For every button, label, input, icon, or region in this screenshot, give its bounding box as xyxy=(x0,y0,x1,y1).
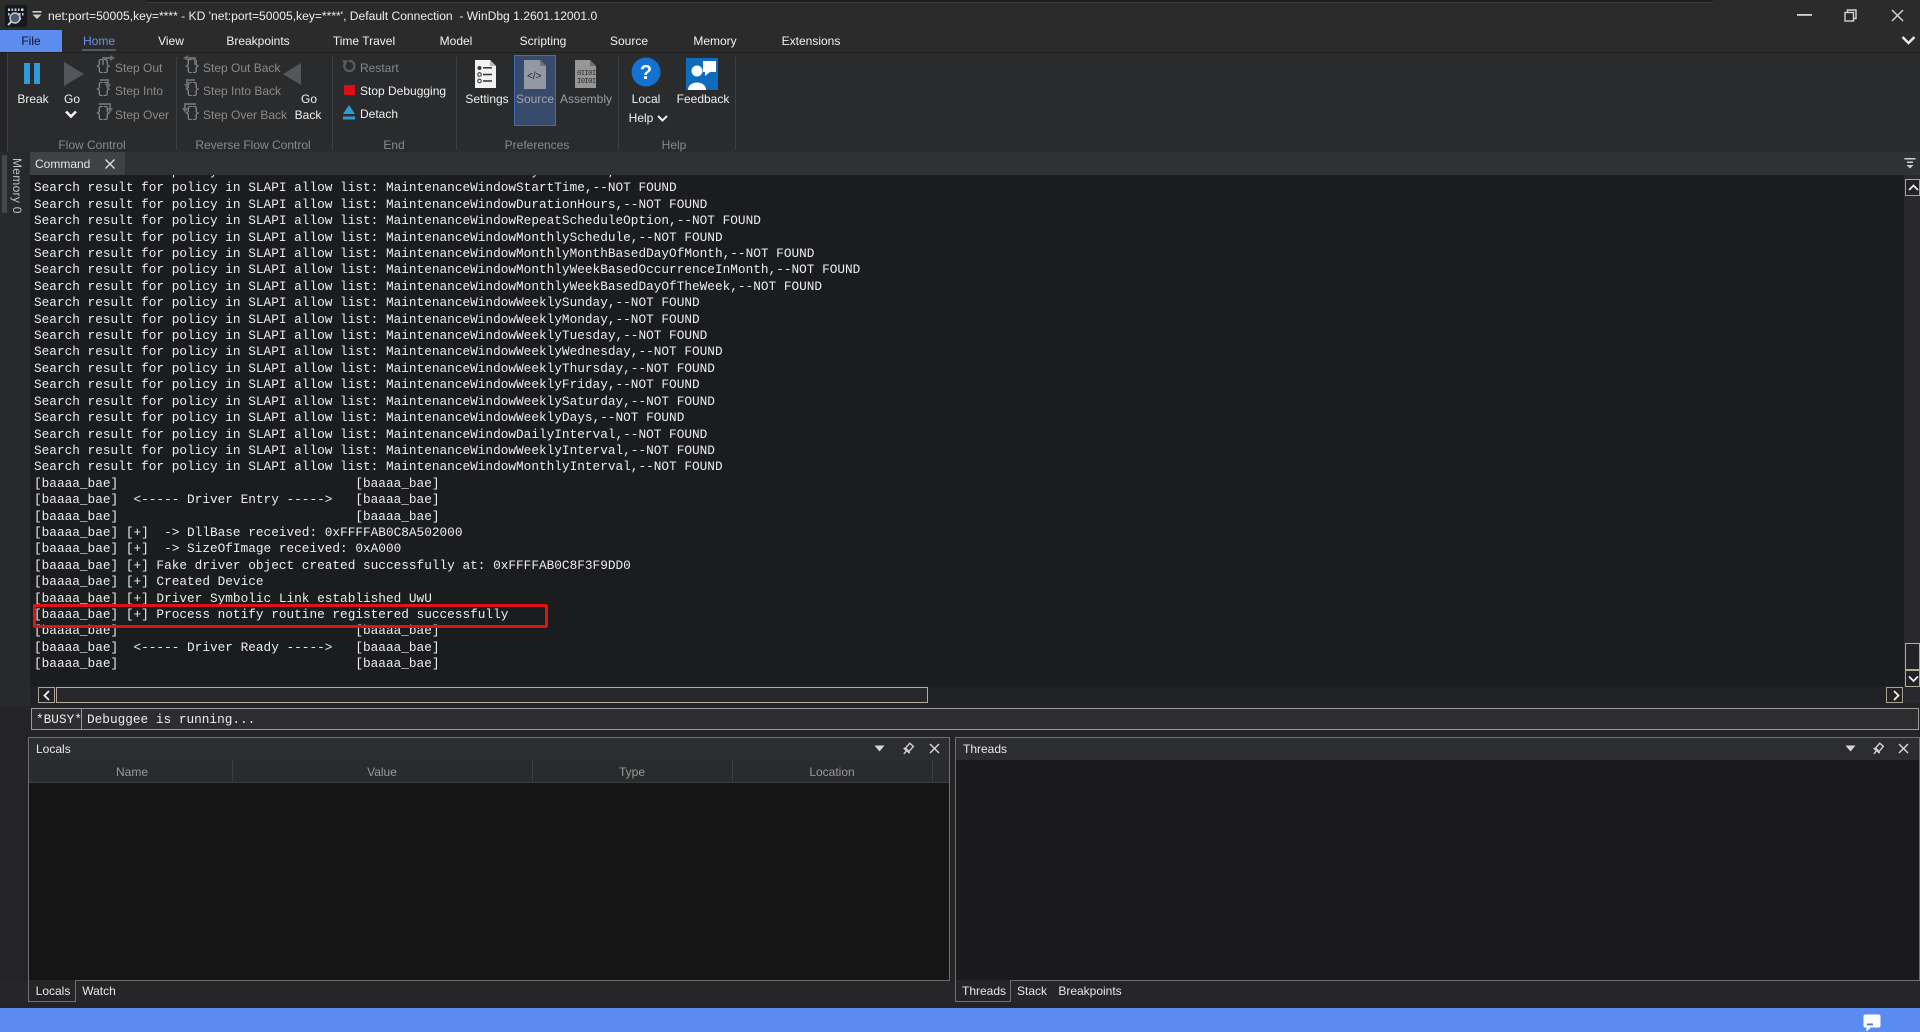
svg-text:?: ? xyxy=(640,62,652,84)
svg-text:</>: </> xyxy=(527,71,542,82)
svg-text:I0I0I: I0I0I xyxy=(577,78,596,86)
svg-text:0II0I: 0II0I xyxy=(577,70,596,78)
